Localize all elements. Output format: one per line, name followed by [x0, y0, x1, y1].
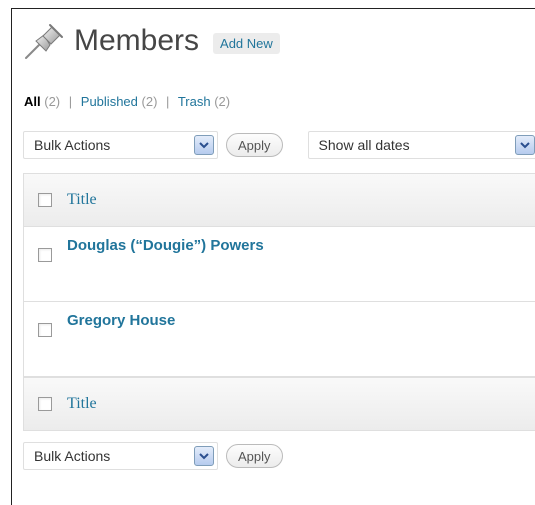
select-all-checkbox-footer[interactable]	[38, 397, 52, 411]
tablenav-bottom: Bulk Actions Apply	[23, 442, 283, 470]
bulk-actions-select-top[interactable]: Bulk Actions	[23, 131, 218, 159]
view-separator: |	[166, 94, 170, 109]
row-title-link[interactable]: Gregory House	[67, 312, 175, 329]
bulk-actions-label: Bulk Actions	[34, 448, 111, 464]
chevron-down-icon[interactable]	[194, 446, 214, 466]
page-frame: Members Add New All (2) | Published (2) …	[11, 8, 535, 505]
view-published-count: (2)	[141, 94, 158, 109]
table-header: Title	[24, 174, 535, 227]
view-trash-count: (2)	[214, 94, 231, 109]
table-row: Douglas (“Dougie”) Powers	[24, 227, 535, 302]
date-filter-label: Show all dates	[318, 137, 410, 153]
bulk-actions-label: Bulk Actions	[34, 137, 111, 153]
row-checkbox[interactable]	[38, 248, 52, 262]
view-published-link[interactable]: Published	[81, 94, 138, 109]
table-row: Gregory House	[24, 302, 535, 377]
view-separator: |	[68, 94, 73, 109]
row-checkbox[interactable]	[38, 323, 52, 337]
bulk-actions-select-bottom[interactable]: Bulk Actions	[23, 442, 218, 470]
select-all-checkbox[interactable]	[38, 193, 52, 207]
pushpin-icon	[25, 24, 63, 59]
column-title-header[interactable]: Title	[67, 191, 97, 209]
members-table: Title Douglas (“Dougie”) Powers Gregory …	[23, 173, 535, 431]
apply-button-bottom[interactable]: Apply	[226, 444, 283, 468]
chevron-down-icon[interactable]	[194, 135, 214, 155]
tablenav-top: Bulk Actions Apply Show all dates	[23, 131, 535, 159]
page-title: Members	[74, 24, 200, 57]
view-trash-link[interactable]: Trash	[178, 94, 211, 109]
apply-button-top[interactable]: Apply	[226, 133, 283, 157]
column-title-footer[interactable]: Title	[67, 395, 97, 413]
view-all-count: (2)	[44, 94, 61, 109]
chevron-down-icon[interactable]	[514, 135, 535, 155]
view-filters: All (2) | Published (2) | Trash (2)	[24, 94, 230, 109]
page-header: Members Add New	[22, 21, 280, 61]
row-title-link[interactable]: Douglas (“Dougie”) Powers	[67, 237, 264, 254]
date-filter-select[interactable]: Show all dates	[307, 131, 535, 159]
table-footer: Title	[24, 377, 535, 430]
view-all-link[interactable]: All	[24, 94, 41, 109]
add-new-button[interactable]: Add New	[213, 32, 280, 54]
